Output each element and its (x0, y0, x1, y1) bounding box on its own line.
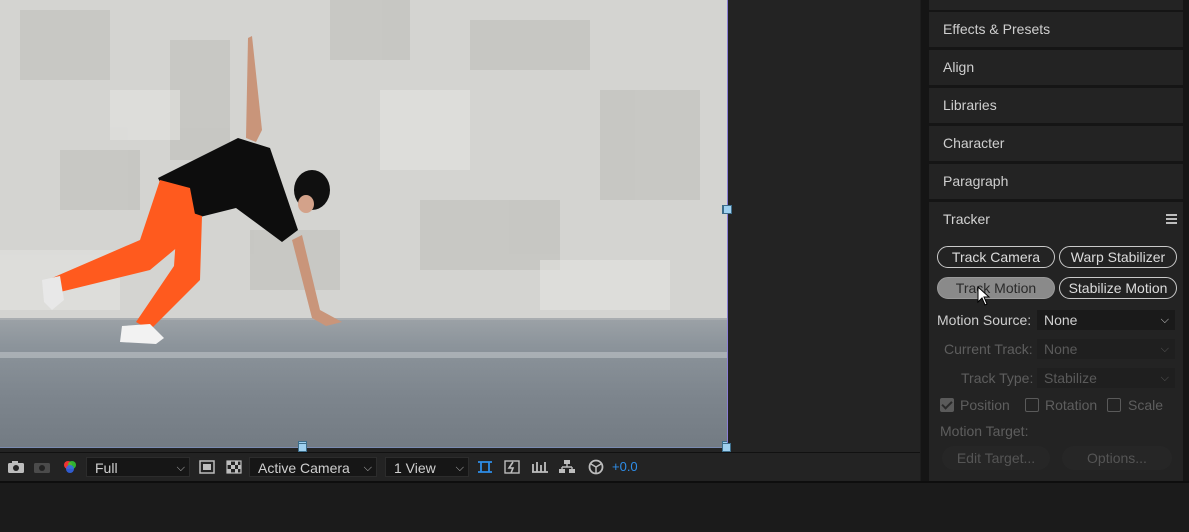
comp-handle-right-edge[interactable] (723, 205, 732, 214)
view-layout-dropdown[interactable]: 1 View ⌵ (385, 457, 469, 477)
panel-align[interactable]: Align (929, 50, 1183, 85)
track-type-dropdown[interactable]: Stabilize ⌵ (1037, 368, 1175, 388)
track-type-value: Stabilize (1044, 370, 1097, 386)
composition-viewer[interactable] (0, 0, 920, 452)
mouse-cursor-icon (977, 286, 991, 306)
panel-label: Paragraph (943, 173, 1009, 189)
panel-label: Align (943, 59, 975, 75)
timeline-icon[interactable] (531, 459, 549, 475)
scale-label: Scale (1128, 397, 1164, 413)
toggle-pixel-aspect-icon[interactable] (476, 459, 494, 475)
camera-snapshot-icon[interactable] (7, 459, 25, 475)
right-panel-stack: Effects & Presets Align Libraries Charac… (921, 0, 1189, 481)
panel-header-top[interactable] (929, 0, 1183, 10)
stabilize-motion-button[interactable]: Stabilize Motion (1059, 277, 1177, 299)
resolution-dropdown[interactable]: Full ⌵ (86, 457, 190, 477)
timeline-strip (0, 481, 1189, 532)
motion-source-value: None (1044, 312, 1078, 328)
chevron-down-icon: ⌵ (176, 462, 185, 474)
camera-view-value: Active Camera (258, 460, 350, 476)
rotation-checkbox[interactable] (1025, 398, 1039, 412)
panel-paragraph[interactable]: Paragraph (929, 164, 1183, 199)
composition-frame[interactable] (0, 0, 728, 447)
panel-label: Character (943, 135, 1005, 151)
chevron-down-icon: ⌵ (455, 462, 464, 474)
viewer-toolbar: Full ⌵ Active Camera ⌵ 1 View ⌵ +0.0 (0, 452, 920, 481)
warp-stabilizer-button[interactable]: Warp Stabilizer (1059, 246, 1177, 268)
chevron-down-icon: ⌵ (1160, 372, 1169, 384)
fast-previews-icon[interactable] (503, 459, 521, 475)
motion-source-dropdown[interactable]: None ⌵ (1037, 310, 1175, 330)
panel-label: Effects & Presets (943, 21, 1051, 37)
panel-character[interactable]: Character (929, 126, 1183, 161)
comp-handle-bottom-mid[interactable] (298, 443, 307, 452)
chevron-down-icon: ⌵ (1160, 343, 1169, 355)
current-track-value: None (1044, 341, 1078, 357)
show-snapshot-icon[interactable] (33, 459, 51, 475)
track-motion-button[interactable]: Track Motion (937, 277, 1055, 299)
edit-target-button[interactable]: Edit Target... (942, 446, 1050, 470)
camera-view-dropdown[interactable]: Active Camera ⌵ (249, 457, 377, 477)
chevron-down-icon: ⌵ (1160, 314, 1169, 326)
transparency-grid-icon[interactable] (225, 459, 243, 475)
dancer-figure (42, 36, 342, 344)
comp-bottom-rule (0, 447, 727, 448)
reset-exposure-icon[interactable] (587, 459, 605, 475)
view-layout-value: 1 View (394, 460, 436, 476)
color-channels-icon[interactable] (61, 459, 79, 475)
chevron-down-icon: ⌵ (363, 462, 372, 474)
position-checkbox[interactable] (940, 398, 954, 412)
flowchart-icon[interactable] (558, 459, 576, 475)
scale-checkbox[interactable] (1107, 398, 1121, 412)
region-of-interest-icon[interactable] (198, 459, 216, 475)
tracker-panel: Tracker Track Camera Warp Stabilizer Tra… (929, 202, 1183, 481)
exposure-value[interactable]: +0.0 (612, 457, 638, 477)
current-track-dropdown[interactable]: None ⌵ (1037, 339, 1175, 359)
panel-label: Libraries (943, 97, 997, 113)
track-camera-button[interactable]: Track Camera (937, 246, 1055, 268)
resolution-value: Full (95, 460, 118, 476)
panel-libraries[interactable]: Libraries (929, 88, 1183, 123)
position-label: Position (960, 397, 1010, 413)
panel-menu-icon[interactable] (1166, 214, 1177, 224)
rotation-label: Rotation (1045, 397, 1098, 413)
options-button[interactable]: Options... (1062, 446, 1172, 470)
floor-line (0, 352, 727, 358)
panel-effects-presets[interactable]: Effects & Presets (929, 12, 1183, 47)
comp-handle-corner[interactable] (722, 443, 731, 452)
motion-source-label: Motion Source: (937, 312, 1032, 328)
track-type-label: Track Type: (961, 370, 1034, 386)
tracker-title[interactable]: Tracker (943, 202, 990, 237)
motion-target-label: Motion Target: (940, 423, 1029, 439)
current-track-label: Current Track: (944, 341, 1033, 357)
